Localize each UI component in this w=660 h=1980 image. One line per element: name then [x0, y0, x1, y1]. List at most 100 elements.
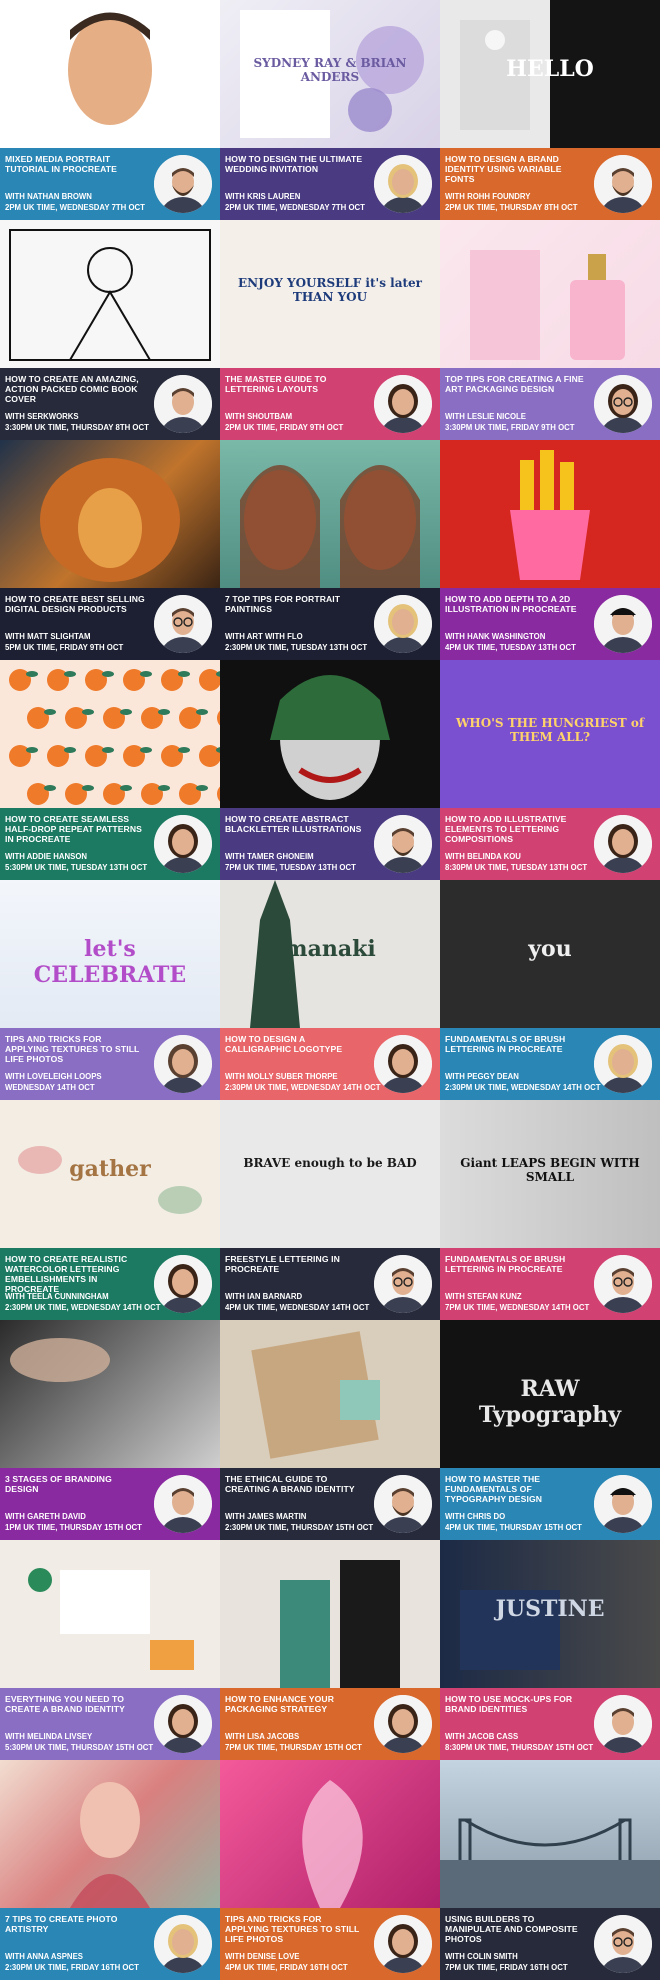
workshop-artwork: ENJOY YOURSELF it's later THAN YOU: [220, 220, 440, 368]
host-avatar: [374, 1695, 432, 1753]
workshop-time: 2:30PM UK TIME, TUESDAY 13TH OCT: [225, 643, 368, 652]
workshop-artwork: you: [440, 880, 660, 1028]
workshop-time: 4PM UK TIME, THURSDAY 15TH OCT: [445, 1523, 582, 1532]
workshop-title: HOW TO CREATE AN AMAZING, ACTION PACKED …: [5, 374, 139, 404]
workshop-card[interactable]: Giant LEAPS BEGIN WITH SMALL FUNDAMENTALS…: [440, 1100, 660, 1320]
workshop-banner: USING BUILDERS TO MANIPULATE AND COMPOSI…: [440, 1908, 660, 1980]
host-avatar: [594, 595, 652, 653]
workshop-card[interactable]: RAW Typography HOW TO MASTER THE FUNDAMEN…: [440, 1320, 660, 1540]
workshop-card[interactable]: HOW TO CREATE AN AMAZING, ACTION PACKED …: [0, 220, 220, 440]
workshop-card[interactable]: HOW TO ADD DEPTH TO A 2D ILLUSTRATION IN…: [440, 440, 660, 660]
workshop-host: WITH IAN BARNARD: [225, 1292, 303, 1301]
workshop-title: THE MASTER GUIDE TO LETTERING LAYOUTS: [225, 374, 327, 394]
workshop-time: 2:30PM UK TIME, WEDNESDAY 14TH OCT: [445, 1083, 601, 1092]
host-avatar: [594, 1915, 652, 1973]
workshop-host: WITH NATHAN BROWN: [5, 192, 92, 201]
workshop-title: FUNDAMENTALS OF BRUSH LETTERING IN PROCR…: [445, 1254, 566, 1274]
workshop-card[interactable]: WHO'S THE HUNGRIEST of THEM ALL? HOW TO A…: [440, 660, 660, 880]
host-avatar: [154, 1035, 212, 1093]
workshop-time: 8:30PM UK TIME, TUESDAY 13TH OCT: [445, 863, 588, 872]
workshop-card[interactable]: 7 TOP TIPS FOR PORTRAIT PAINTINGS WITH AR…: [220, 440, 440, 660]
workshop-title: HOW TO DESIGN THE ULTIMATE WEDDING INVIT…: [225, 154, 363, 174]
workshop-host: WITH DENISE LOVE: [225, 1952, 300, 1961]
host-avatar: [594, 815, 652, 873]
workshop-artwork: let's CELEBRATE: [0, 880, 220, 1028]
workshop-artwork: [0, 1320, 220, 1468]
workshop-card[interactable]: HOW TO CREATE BEST SELLING DIGITAL DESIG…: [0, 440, 220, 660]
workshop-banner: THE ETHICAL GUIDE TO CREATING A BRAND ID…: [220, 1468, 440, 1540]
artwork-text: gather: [69, 1156, 151, 1182]
workshop-card[interactable]: JUSTINE HOW TO USE MOCK-UPS FOR BRAND IDE…: [440, 1540, 660, 1760]
workshop-card[interactable]: HELLO HOW TO DESIGN A BRAND IDENTITY USIN…: [440, 0, 660, 220]
workshop-card[interactable]: gather HOW TO CREATE REALISTIC WATERCOLOR…: [0, 1100, 220, 1320]
workshop-card[interactable]: TIPS AND TRICKS FOR APPLYING TEXTURES TO…: [220, 1760, 440, 1980]
workshop-banner: TOP TIPS FOR CREATING A FINE ART PACKAGI…: [440, 368, 660, 440]
host-avatar: [154, 1915, 212, 1973]
workshop-time: 2:30PM UK TIME, WEDNESDAY 14TH OCT: [225, 1083, 381, 1092]
workshop-time: 3:30PM UK TIME, FRIDAY 9TH OCT: [445, 423, 575, 432]
host-avatar: [374, 1915, 432, 1973]
workshop-title: HOW TO ADD DEPTH TO A 2D ILLUSTRATION IN…: [445, 594, 577, 614]
workshop-card[interactable]: let's CELEBRATE TIPS AND TRICKS FOR APPLY…: [0, 880, 220, 1100]
host-avatar: [594, 1475, 652, 1533]
workshop-title: HOW TO MASTER THE FUNDAMENTALS OF TYPOGR…: [445, 1474, 543, 1504]
workshop-banner: HOW TO ENHANCE YOUR PACKAGING STRATEGY WI…: [220, 1688, 440, 1760]
workshop-grid: MIXED MEDIA PORTRAIT TUTORIAL IN PROCREA…: [0, 0, 660, 1980]
workshop-artwork: [220, 1540, 440, 1688]
workshop-card[interactable]: BRAVE enough to be BAD FREESTYLE LETTERIN…: [220, 1100, 440, 1320]
host-avatar: [154, 815, 212, 873]
workshop-banner: HOW TO USE MOCK-UPS FOR BRAND IDENTITIES…: [440, 1688, 660, 1760]
workshop-artwork: WHO'S THE HUNGRIEST of THEM ALL?: [440, 660, 660, 808]
workshop-host: WITH KRIS LAUREN: [225, 192, 301, 201]
workshop-time: 7PM UK TIME, TUESDAY 13TH OCT: [225, 863, 356, 872]
workshop-card[interactable]: ENJOY YOURSELF it's later THAN YOU THE MA…: [220, 220, 440, 440]
workshop-banner: EVERYTHING YOU NEED TO CREATE A BRAND ID…: [0, 1688, 220, 1760]
workshop-title: EVERYTHING YOU NEED TO CREATE A BRAND ID…: [5, 1694, 125, 1714]
workshop-card[interactable]: manaki HOW TO DESIGN A CALLIGRAPHIC LOGOT…: [220, 880, 440, 1100]
workshop-card[interactable]: 7 TIPS TO CREATE PHOTO ARTISTRY WITH ANNA…: [0, 1760, 220, 1980]
workshop-title: HOW TO DESIGN A CALLIGRAPHIC LOGOTYPE: [225, 1034, 343, 1054]
artwork-text: RAW Typography: [478, 1376, 622, 1428]
workshop-title: HOW TO ENHANCE YOUR PACKAGING STRATEGY: [225, 1694, 335, 1714]
workshop-host: WITH ANNA ASPNES: [5, 1952, 83, 1961]
workshop-card[interactable]: THE ETHICAL GUIDE TO CREATING A BRAND ID…: [220, 1320, 440, 1540]
workshop-banner: HOW TO ADD DEPTH TO A 2D ILLUSTRATION IN…: [440, 588, 660, 660]
artwork-text: you: [528, 936, 572, 962]
workshop-artwork: [440, 440, 660, 588]
workshop-host: WITH CHRIS DO: [445, 1512, 506, 1521]
workshop-artwork: manaki: [220, 880, 440, 1028]
workshop-artwork: [220, 1760, 440, 1908]
workshop-artwork: [440, 1760, 660, 1908]
workshop-banner: HOW TO CREATE SEAMLESS HALF-DROP REPEAT …: [0, 808, 220, 880]
artwork-text: SYDNEY RAY & BRIAN ANDERS: [253, 56, 407, 84]
workshop-host: WITH JACOB CASS: [445, 1732, 519, 1741]
workshop-title: HOW TO CREATE BEST SELLING DIGITAL DESIG…: [5, 594, 145, 614]
workshop-artwork: [220, 1320, 440, 1468]
workshop-card[interactable]: 3 STAGES OF BRANDING DESIGN WITH GARETH D…: [0, 1320, 220, 1540]
workshop-host: WITH PEGGY DEAN: [445, 1072, 519, 1081]
workshop-banner: TIPS AND TRICKS FOR APPLYING TEXTURES TO…: [0, 1028, 220, 1100]
workshop-host: WITH LESLIE NICOLE: [445, 412, 526, 421]
workshop-card[interactable]: you FUNDAMENTALS OF BRUSH LETTERING IN PR…: [440, 880, 660, 1100]
workshop-title: HOW TO ADD ILLUSTRATIVE ELEMENTS TO LETT…: [445, 814, 567, 844]
workshop-artwork: RAW Typography: [440, 1320, 660, 1468]
workshop-card[interactable]: EVERYTHING YOU NEED TO CREATE A BRAND ID…: [0, 1540, 220, 1760]
workshop-card[interactable]: MIXED MEDIA PORTRAIT TUTORIAL IN PROCREA…: [0, 0, 220, 220]
workshop-time: 2:30PM UK TIME, THURSDAY 15TH OCT: [225, 1523, 374, 1532]
workshop-artwork: [0, 1760, 220, 1908]
workshop-card[interactable]: USING BUILDERS TO MANIPULATE AND COMPOSI…: [440, 1760, 660, 1980]
workshop-card[interactable]: HOW TO CREATE ABSTRACT BLACKLETTER ILLUS…: [220, 660, 440, 880]
workshop-title: HOW TO DESIGN A BRAND IDENTITY USING VAR…: [445, 154, 562, 184]
workshop-time: 2:30PM UK TIME, WEDNESDAY 14TH OCT: [5, 1303, 161, 1312]
workshop-time: 1PM UK TIME, THURSDAY 15TH OCT: [5, 1523, 142, 1532]
workshop-card[interactable]: SYDNEY RAY & BRIAN ANDERS HOW TO DESIGN T…: [220, 0, 440, 220]
workshop-artwork: [0, 1540, 220, 1688]
workshop-artwork: [0, 660, 220, 808]
workshop-card[interactable]: HOW TO CREATE SEAMLESS HALF-DROP REPEAT …: [0, 660, 220, 880]
workshop-card[interactable]: TOP TIPS FOR CREATING A FINE ART PACKAGI…: [440, 220, 660, 440]
workshop-banner: HOW TO DESIGN THE ULTIMATE WEDDING INVIT…: [220, 148, 440, 220]
workshop-card[interactable]: HOW TO ENHANCE YOUR PACKAGING STRATEGY WI…: [220, 1540, 440, 1760]
workshop-banner: HOW TO ADD ILLUSTRATIVE ELEMENTS TO LETT…: [440, 808, 660, 880]
workshop-banner: 7 TIPS TO CREATE PHOTO ARTISTRY WITH ANNA…: [0, 1908, 220, 1980]
host-avatar: [154, 375, 212, 433]
